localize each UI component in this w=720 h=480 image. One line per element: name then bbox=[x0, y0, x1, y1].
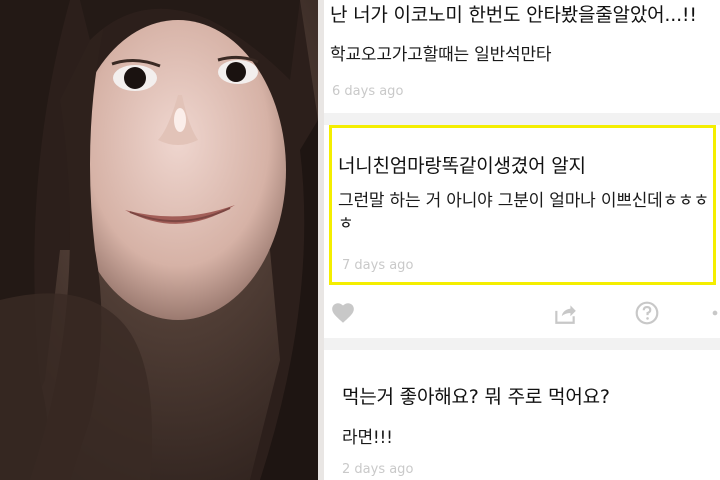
post-actions-bar bbox=[324, 290, 720, 338]
card-separator bbox=[324, 338, 720, 350]
question-text: 먹는거 좋아해요? 뭐 주로 먹어요? bbox=[342, 386, 610, 408]
post-timestamp: 2 days ago bbox=[342, 462, 414, 477]
answer-text: 그런말 하는 거 아니야 그분이 얼마나 이쁘신데ㅎㅎㅎㅎ bbox=[338, 191, 709, 234]
more-icon[interactable] bbox=[708, 300, 720, 326]
card-separator bbox=[324, 113, 720, 125]
post-timestamp: 6 days ago bbox=[332, 84, 404, 99]
question-text: 너니친엄마랑똑같이생겼어 알지 bbox=[338, 155, 586, 177]
share-icon[interactable] bbox=[552, 300, 578, 326]
question-text: 난 너가 이코노미 한번도 안타봤을줄알았어...!! bbox=[330, 4, 697, 26]
qa-feed[interactable]: 난 너가 이코노미 한번도 안타봤을줄알았어...!! 학교오고가고할때는 일반… bbox=[324, 0, 720, 480]
answer-text: 학교오고가고할때는 일반석만타 bbox=[330, 45, 552, 65]
qa-card-highlighted[interactable]: 너니친엄마랑똑같이생겼어 알지 그런말 하는 거 아니야 그분이 얼마나 이쁘신… bbox=[329, 125, 716, 285]
profile-photo bbox=[0, 0, 318, 480]
heart-icon[interactable] bbox=[330, 300, 356, 326]
answer-text: 라면!!! bbox=[342, 428, 393, 448]
question-icon[interactable] bbox=[634, 300, 660, 326]
post-timestamp: 7 days ago bbox=[342, 258, 414, 273]
